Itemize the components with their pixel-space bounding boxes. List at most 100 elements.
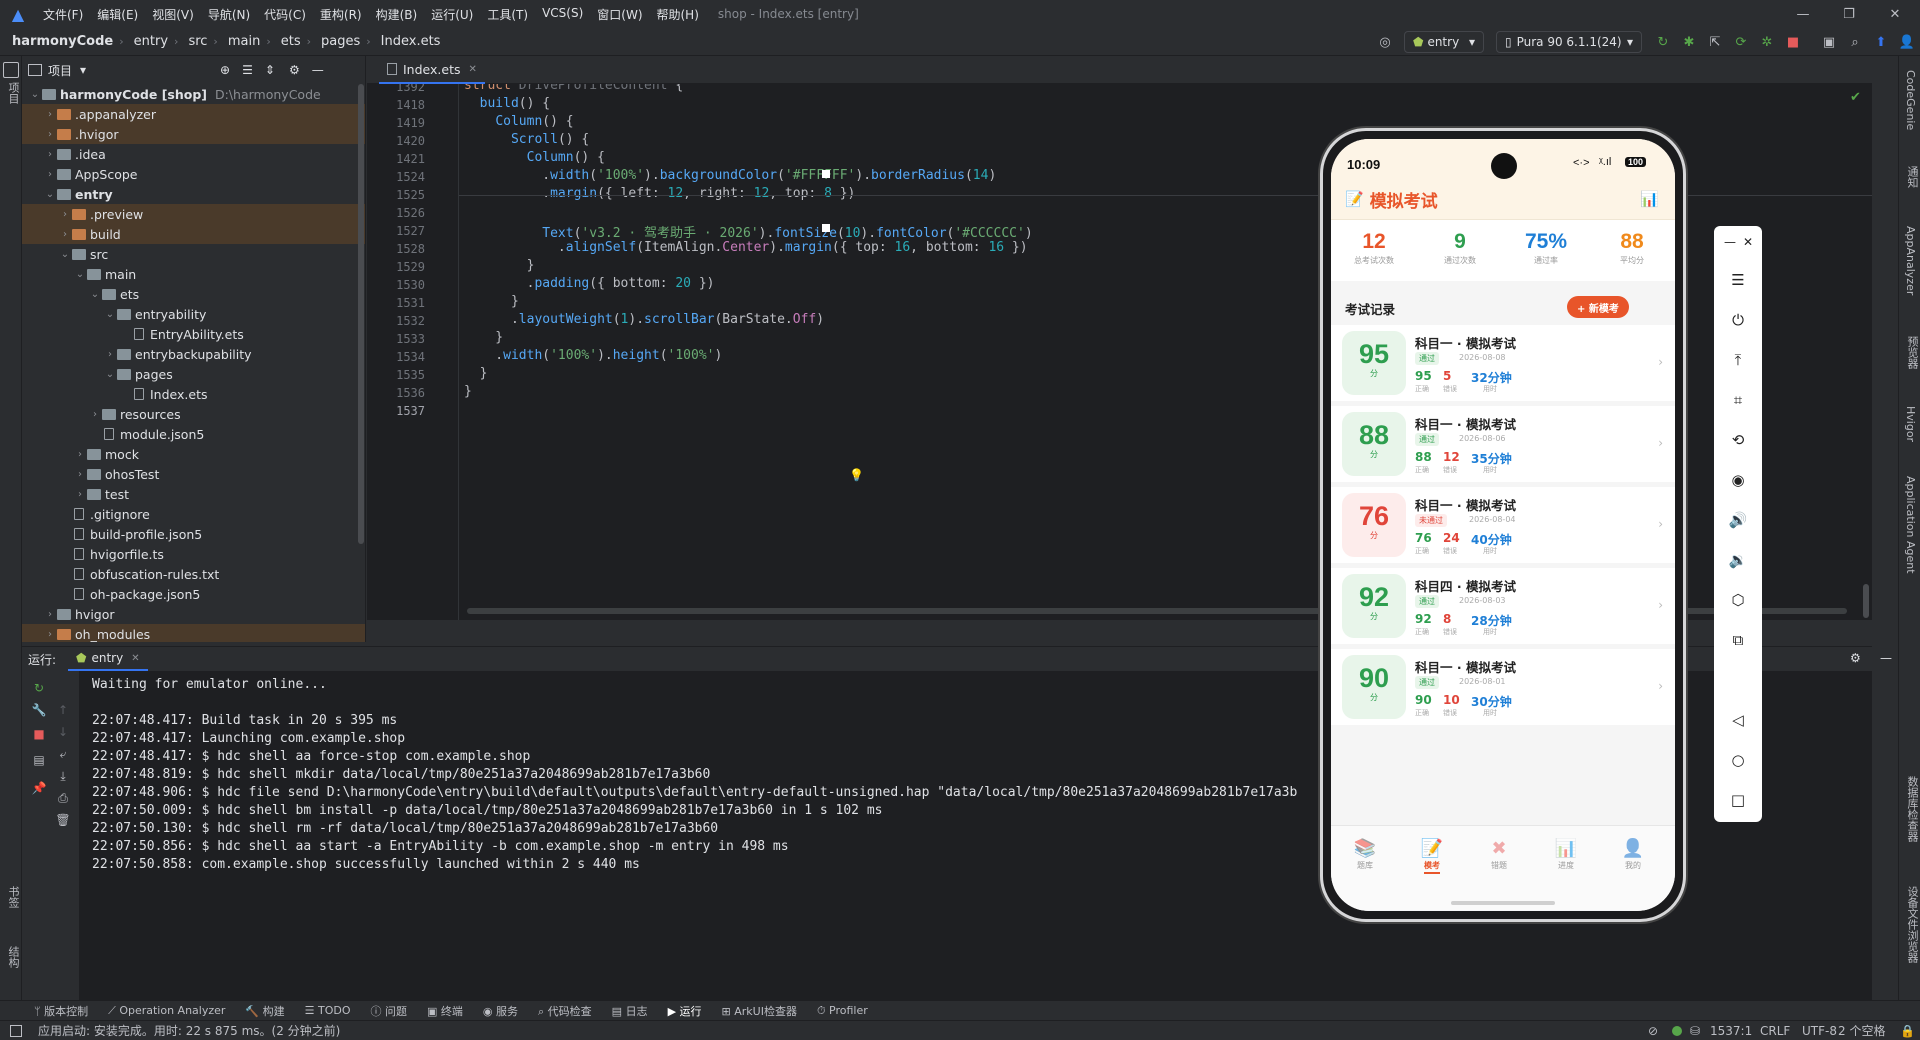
tool-window-0[interactable]: ᛘ 版本控制 <box>24 1003 98 1019</box>
apply-changes-icon[interactable]: ⟳ <box>1730 31 1752 53</box>
tree-item[interactable]: › hvigor <box>22 604 365 624</box>
update-icon[interactable]: ⬆ <box>1870 31 1892 53</box>
chevron-right-icon[interactable]: › <box>43 129 57 140</box>
project-panel-title[interactable]: 项目 <box>48 62 72 79</box>
account-icon[interactable]: 👤 <box>1896 31 1918 53</box>
code-line[interactable]: Column() { <box>464 114 573 129</box>
lightbulb-icon[interactable]: 💡 <box>849 468 864 482</box>
close-tab-icon[interactable]: ✕ <box>131 653 139 664</box>
previewer-tool-label[interactable]: 预览器 <box>1904 336 1920 369</box>
scroll-to-end-icon[interactable]: ⤓ <box>52 767 74 785</box>
tool-window-8[interactable]: ▤ 日志 <box>602 1003 658 1019</box>
tool-window-4[interactable]: ⓘ 问题 <box>361 1003 418 1019</box>
locate-icon[interactable]: ⊕ <box>220 63 230 77</box>
tool-window-7[interactable]: ⌕ 代码检查 <box>528 1003 602 1019</box>
appanalyzer-tool-label[interactable]: AppAnalyzer <box>1904 226 1917 295</box>
maximize-icon[interactable]: ❐ <box>1826 0 1872 28</box>
breadcrumb-item[interactable]: entry <box>124 34 168 49</box>
device-select[interactable]: ▯ Pura 90 6.1.1(24) ▾ <box>1496 31 1642 53</box>
tree-item[interactable]: › AppScope <box>22 164 365 184</box>
tool-window-1[interactable]: ⟋ Operation Analyzer <box>98 1004 235 1018</box>
menu-item[interactable]: 运行(U) <box>424 6 480 23</box>
down-icon[interactable]: ↓ <box>52 723 74 741</box>
notifications-tool-label[interactable]: 通知 <box>1904 166 1920 188</box>
menu-item[interactable]: 工具(T) <box>480 6 535 23</box>
phone-screen[interactable]: 10:09 <·> ᵡ.ıl 100 📝 模拟考试 📊 12 总考试次数 9 通过次数… <box>1331 139 1675 911</box>
chevron-right-icon[interactable]: › <box>43 109 57 120</box>
chevron-right-icon[interactable]: › <box>58 209 72 220</box>
chevron-right-icon[interactable]: › <box>43 149 57 160</box>
tree-item[interactable]: ⌄ harmonyCode [shop] D:\harmonyCode <box>22 84 365 104</box>
tree-item[interactable]: › oh_modules <box>22 624 365 642</box>
tool-window-5[interactable]: ▣ 终端 <box>417 1003 473 1019</box>
exam-record-card[interactable]: 92 分科目四 · 模拟考试 通过 2026-08-03 92 8 28分钟 正确 错误 用时 › <box>1331 568 1675 644</box>
line-separator[interactable]: CRLF <box>1760 1024 1790 1038</box>
menu-icon[interactable]: ☰ <box>1726 268 1750 292</box>
structure-tool-label[interactable]: 结构 <box>5 946 21 968</box>
tree-item[interactable]: › entrybackupability <box>22 344 365 364</box>
volume-down-icon[interactable]: 🔉 <box>1726 548 1750 572</box>
tool-window-11[interactable]: ⏱ Profiler <box>807 1004 878 1018</box>
tree-item[interactable]: ⌄ main <box>22 264 365 284</box>
tree-item[interactable]: › .appanalyzer <box>22 104 365 124</box>
tool-window-3[interactable]: ☰ TODO <box>295 1004 361 1017</box>
exam-record-card[interactable]: 90 分科目一 · 模拟考试 通过 2026-08-01 90 10 30分钟 正确 错误 用时 › <box>1331 649 1675 725</box>
tree-item[interactable]: hvigorfile.ts <box>22 544 365 564</box>
bookmarks-tool-label[interactable]: 书签 <box>5 886 21 908</box>
layout-icon[interactable]: ▤ <box>28 751 50 769</box>
volume-up-icon[interactable]: 🔊 <box>1726 508 1750 532</box>
chevron-down-icon[interactable]: ⌄ <box>73 269 87 280</box>
codegenie-tool-label[interactable]: CodeGenie <box>1904 70 1917 130</box>
menu-item[interactable]: 文件(F) <box>36 6 90 23</box>
close-icon[interactable]: ✕ <box>1736 230 1760 254</box>
crop-icon[interactable]: ⌗ <box>1726 388 1750 412</box>
tree-item[interactable]: › .idea <box>22 144 365 164</box>
tree-item[interactable]: .gitignore <box>22 504 365 524</box>
wrench-icon[interactable]: 🔧 <box>28 701 50 719</box>
menu-item[interactable]: 窗口(W) <box>590 6 649 23</box>
editor-vertical-scrollbar[interactable] <box>1863 584 1869 618</box>
code-line[interactable]: Scroll() { <box>464 132 589 147</box>
stop-icon[interactable]: ■ <box>1782 31 1804 53</box>
search-icon[interactable]: ⌕ <box>1844 31 1866 53</box>
tree-item[interactable]: › .hvigor <box>22 124 365 144</box>
status-panel-icon[interactable] <box>10 1024 22 1037</box>
database-inspector-tool-label[interactable]: 数据库检查器 <box>1904 776 1920 842</box>
code-line[interactable]: .margin({ left: 12, right: 12, top: 8 }) <box>464 186 855 201</box>
home-indicator[interactable] <box>1451 901 1555 905</box>
chevron-right-icon[interactable]: › <box>73 489 87 500</box>
back-icon[interactable]: ◁ <box>1726 708 1750 732</box>
menu-item[interactable]: 导航(N) <box>201 6 257 23</box>
tree-item[interactable]: › mock <box>22 444 365 464</box>
trash-icon[interactable]: 🗑 <box>52 811 74 829</box>
bookmark-marker-icon[interactable] <box>822 224 830 232</box>
code-line[interactable]: .padding({ bottom: 20 }) <box>464 276 715 291</box>
code-line[interactable]: build() { <box>464 96 550 111</box>
menu-item[interactable]: 构建(B) <box>369 6 425 23</box>
device-manager-icon[interactable]: ▣ <box>1818 31 1840 53</box>
breadcrumb-item[interactable]: ets <box>271 34 301 49</box>
power-icon[interactable]: ⏻ <box>1726 308 1750 332</box>
bottom-nav-item[interactable]: 📊 进度 <box>1536 838 1596 871</box>
chevron-right-icon[interactable]: › <box>58 229 72 240</box>
exam-record-card[interactable]: 95 分科目一 · 模拟考试 通过 2026-08-08 95 5 32分钟 正确 错误 用时 › <box>1331 325 1675 401</box>
code-line[interactable]: .layoutWeight(1).scrollBar(BarState.Off) <box>464 312 824 327</box>
close-icon[interactable]: ✕ <box>1872 0 1918 28</box>
pin-top-icon[interactable]: ⤒ <box>1726 348 1750 372</box>
caret-position[interactable]: 1537:1 <box>1710 1024 1752 1038</box>
chevron-right-icon[interactable]: › <box>88 409 102 420</box>
code-line[interactable]: .alignSelf(ItemAlign.Center).margin({ to… <box>464 240 1028 255</box>
profile-icon[interactable]: ✲ <box>1756 31 1778 53</box>
gear-icon[interactable]: ⚙ <box>289 63 300 77</box>
chevron-down-icon[interactable]: ⌄ <box>103 309 117 320</box>
tree-item[interactable]: ⌄ ets <box>22 284 365 304</box>
connection-status-icon[interactable] <box>1672 1026 1682 1036</box>
screenshot-icon[interactable]: ⬡ <box>1726 588 1750 612</box>
code-line[interactable]: .width('100%').height('100%') <box>464 348 722 363</box>
code-line[interactable]: Column() { <box>464 150 605 165</box>
rerun-icon[interactable]: ↻ <box>28 679 50 697</box>
chevron-right-icon[interactable]: › <box>103 349 117 360</box>
gear-icon[interactable]: ⚙ <box>1850 651 1861 665</box>
minimize-icon[interactable]: — <box>1780 0 1826 28</box>
tree-item[interactable]: EntryAbility.ets <box>22 324 365 344</box>
